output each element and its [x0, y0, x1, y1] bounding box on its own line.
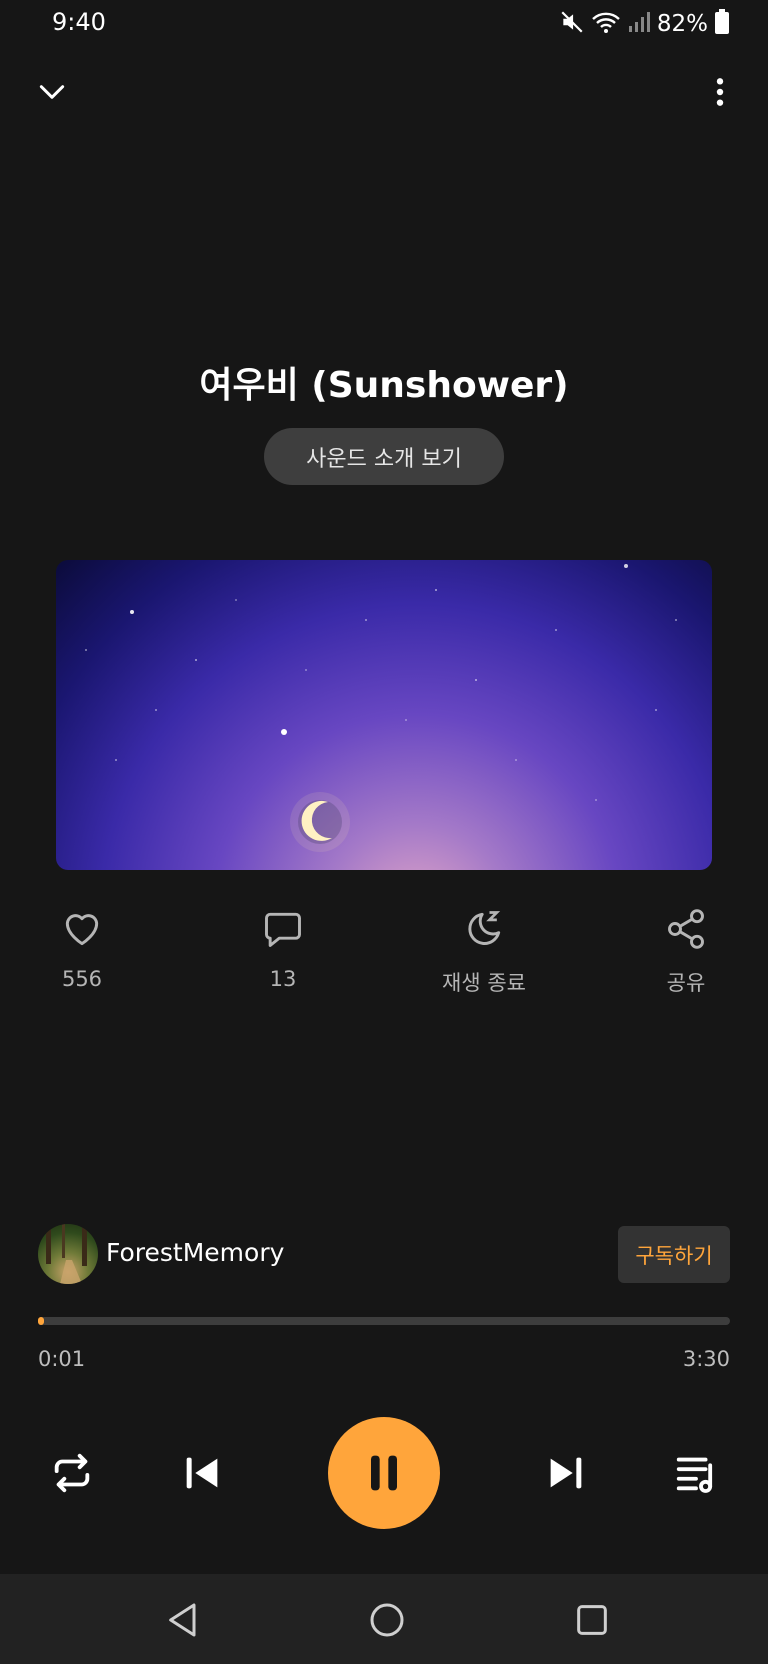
- channel-avatar[interactable]: [38, 1224, 98, 1284]
- nav-recents-button[interactable]: [566, 1594, 618, 1646]
- action-row: 556 13 재생 종료 공유: [0, 905, 768, 1005]
- queue-button[interactable]: [668, 1445, 724, 1501]
- channel-row: ForestMemory 구독하기: [38, 1224, 730, 1284]
- heart-icon: [65, 914, 99, 946]
- pause-icon: [371, 1455, 397, 1491]
- channel-name[interactable]: ForestMemory: [106, 1238, 284, 1267]
- recents-square-icon: [577, 1605, 607, 1635]
- skip-next-icon: [550, 1457, 582, 1489]
- next-button[interactable]: [538, 1445, 594, 1501]
- progress-bar[interactable]: [38, 1317, 730, 1325]
- nav-home-button[interactable]: [361, 1594, 413, 1646]
- like-count: 556: [61, 967, 103, 991]
- pause-button[interactable]: [328, 1417, 440, 1529]
- comment-icon: [265, 912, 301, 947]
- nav-back-button[interactable]: [158, 1594, 210, 1646]
- chevron-down-icon: [39, 85, 65, 99]
- playlist-icon: [676, 1457, 713, 1493]
- system-nav-bar: [0, 1574, 768, 1664]
- status-time: 9:40: [52, 8, 106, 36]
- sleep-timer-button[interactable]: 재생 종료: [424, 905, 544, 997]
- wifi-icon: [591, 9, 621, 39]
- repeat-button[interactable]: [44, 1445, 100, 1501]
- battery-icon: [714, 9, 730, 39]
- sleep-timer-label: 재생 종료: [442, 971, 526, 995]
- track-title: 여우비 (Sunshower): [199, 365, 569, 406]
- skip-previous-icon: [186, 1457, 218, 1489]
- share-button[interactable]: 공유: [626, 905, 746, 997]
- home-circle-icon: [370, 1603, 404, 1637]
- status-icons: 82%: [559, 8, 730, 40]
- status-bar: 9:40 82%: [0, 0, 768, 48]
- subscribe-button[interactable]: 구독하기: [618, 1226, 730, 1283]
- night-sky-image: [85, 564, 677, 852]
- total-time: 3:30: [682, 1347, 730, 1371]
- sound-intro-button[interactable]: 사운드 소개 보기: [264, 428, 504, 485]
- battery-percent: 82%: [656, 11, 708, 37]
- share-icon: [668, 909, 704, 949]
- more-vertical-icon: [716, 78, 724, 106]
- repeat-icon: [54, 1453, 90, 1493]
- playback-controls: [0, 1415, 768, 1535]
- like-button[interactable]: 556: [22, 905, 142, 991]
- progress-fill: [38, 1317, 44, 1325]
- share-label: 공유: [666, 971, 706, 995]
- collapse-button[interactable]: [28, 68, 76, 116]
- more-options-button[interactable]: [696, 68, 744, 116]
- forest-path-image: [46, 1224, 87, 1284]
- top-bar: [0, 60, 768, 120]
- track-artwork: [56, 560, 712, 870]
- mute-icon: [559, 9, 585, 39]
- comment-count: 13: [269, 967, 297, 991]
- comment-button[interactable]: 13: [223, 905, 343, 991]
- signal-icon: [627, 10, 651, 38]
- previous-button[interactable]: [174, 1445, 230, 1501]
- current-time: 0:01: [38, 1347, 86, 1371]
- sleep-timer-icon: [468, 911, 501, 945]
- back-triangle-icon: [169, 1603, 196, 1637]
